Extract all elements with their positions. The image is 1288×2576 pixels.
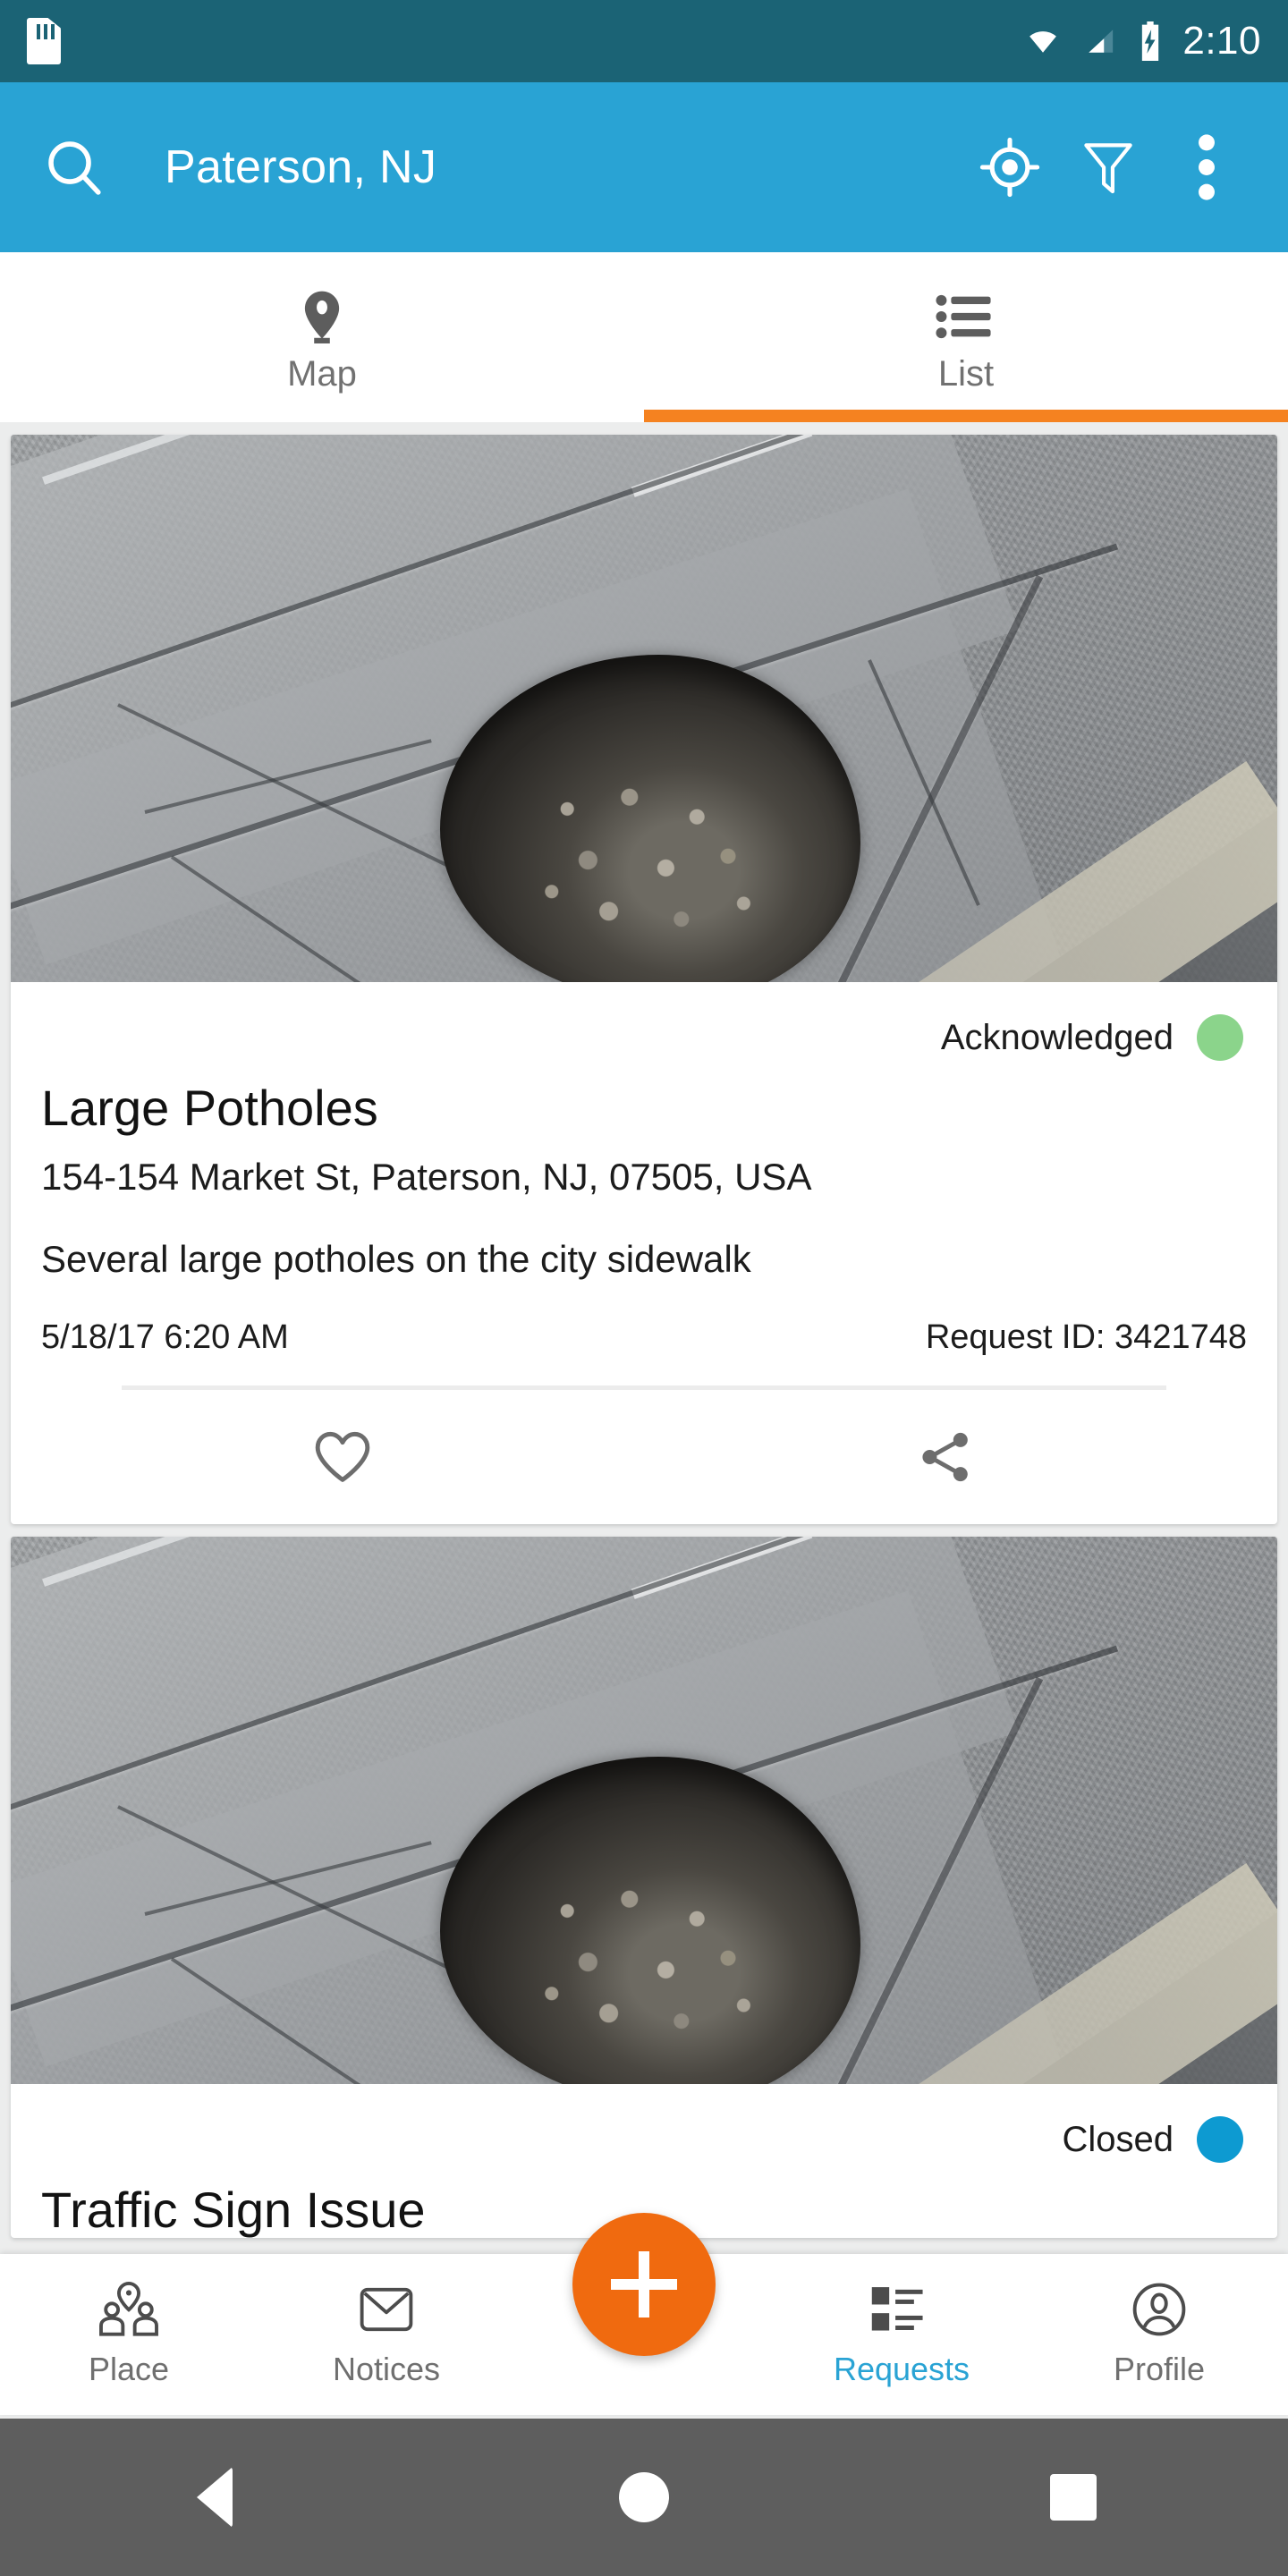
nav-label-profile: Profile (1113, 2351, 1206, 2387)
share-icon (922, 1433, 968, 1482)
nav-label-place: Place (88, 2351, 170, 2387)
request-title: Large Potholes (41, 1080, 378, 1136)
status-bar-clock: 2:10 (1182, 19, 1261, 63)
nav-label-requests: Requests (833, 2351, 970, 2387)
nav-item-requests[interactable]: Requests (773, 2254, 1030, 2388)
requests-icon-wrap (869, 2277, 934, 2342)
status-dot (1197, 2116, 1243, 2164)
requests-list-icon (871, 2287, 923, 2331)
tab-active-indicator (644, 410, 1288, 422)
tab-list-icon-wrap (936, 290, 996, 343)
status-badge: Closed (1062, 2119, 1174, 2159)
recents-button[interactable] (859, 2474, 1288, 2521)
app-bar: Paterson, NJ (0, 82, 1288, 252)
nav-label-notices: Notices (332, 2351, 441, 2387)
tab-map-icon-wrap (299, 290, 345, 343)
back-button[interactable] (0, 2467, 429, 2528)
request-meta-row: 5/18/17 6:20 AM Request ID: 3421748 (41, 1318, 1247, 1362)
overflow-menu-icon (1199, 134, 1215, 200)
tab-bar: Map List (0, 252, 1288, 422)
map-pin-icon (304, 291, 340, 343)
app-bar-actions (961, 118, 1256, 216)
sd-card-icon (27, 18, 61, 64)
circle-home-icon (619, 2472, 669, 2522)
tab-list[interactable]: List (644, 252, 1288, 422)
profile-icon-wrap (1131, 2277, 1187, 2342)
android-navigation-bar (0, 2419, 1288, 2576)
app-root: 2:10 Paterson, NJ Map List Acknowledged … (0, 0, 1288, 2576)
nav-item-place[interactable]: Place (0, 2254, 258, 2388)
request-card[interactable]: Acknowledged Large Potholes 154-154 Mark… (11, 435, 1277, 1525)
tab-list-label: List (937, 353, 995, 394)
place-people-icon (99, 2281, 158, 2336)
share-button[interactable] (644, 1429, 1247, 1485)
status-row: Closed (41, 2084, 1247, 2179)
favorite-button[interactable] (41, 1430, 644, 1484)
wifi-icon (1030, 31, 1057, 53)
square-recents-icon (1050, 2474, 1097, 2521)
request-description: Several large potholes on the city sidew… (41, 1237, 751, 1280)
status-bar: 2:10 (0, 0, 1288, 82)
list-icon (936, 294, 991, 338)
status-bar-right: 2:10 (1023, 21, 1261, 61)
notices-icon-wrap (359, 2277, 414, 2342)
search-icon[interactable] (43, 136, 106, 199)
tab-map[interactable]: Map (0, 252, 644, 422)
place-icon-wrap (97, 2277, 161, 2342)
request-list[interactable]: Acknowledged Large Potholes 154-154 Mark… (0, 422, 1288, 2254)
app-bar-title: Paterson, NJ (165, 141, 437, 193)
card-actions (41, 1390, 1247, 1524)
profile-person-icon (1132, 2283, 1186, 2336)
my-location-icon (979, 137, 1040, 198)
status-dot (1197, 1014, 1243, 1061)
request-card-body: Acknowledged Large Potholes 154-154 Mark… (11, 982, 1277, 1524)
filter-icon (1084, 143, 1132, 194)
envelope-icon (360, 2287, 413, 2332)
request-photo[interactable] (11, 435, 1277, 982)
cellular-signal-icon (1089, 30, 1114, 53)
request-photo[interactable] (11, 1537, 1277, 2085)
overflow-menu-button[interactable] (1157, 118, 1256, 216)
request-address: 154-154 Market St, Paterson, NJ, 07505, … (41, 1155, 812, 1198)
request-id: Request ID: 3421748 (925, 1318, 1247, 1357)
nav-item-profile[interactable]: Profile (1030, 2254, 1288, 2388)
request-card[interactable]: Closed Traffic Sign Issue (11, 1537, 1277, 2238)
tab-map-label: Map (287, 353, 357, 394)
status-bar-left (27, 18, 1023, 64)
favorite-icon (315, 1432, 370, 1483)
plus-icon-horizontal (611, 2279, 677, 2290)
status-row: Acknowledged (41, 982, 1247, 1077)
filter-button[interactable] (1059, 118, 1157, 216)
add-request-fab[interactable] (572, 2213, 716, 2356)
triangle-back-icon (197, 2467, 233, 2528)
my-location-button[interactable] (961, 118, 1059, 216)
nav-item-notices[interactable]: Notices (258, 2254, 515, 2388)
request-timestamp: 5/18/17 6:20 AM (41, 1318, 289, 1357)
status-badge: Acknowledged (940, 1017, 1174, 1057)
battery-charging-icon (1142, 21, 1159, 61)
home-button[interactable] (429, 2472, 859, 2522)
